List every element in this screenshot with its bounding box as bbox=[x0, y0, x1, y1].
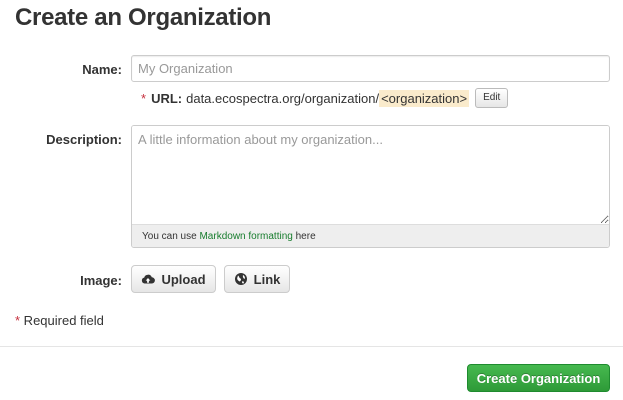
url-row: * URL: data.ecospectra.org/organization/… bbox=[141, 88, 509, 108]
markdown-hint-suffix: here bbox=[292, 231, 316, 242]
url-label: URL: bbox=[151, 90, 183, 106]
description-field: You can use Markdown formatting here bbox=[131, 125, 610, 248]
upload-button-label: Upload bbox=[161, 271, 206, 287]
edit-url-button[interactable]: Edit bbox=[475, 88, 509, 108]
markdown-formatting-link[interactable]: Markdown formatting bbox=[199, 231, 292, 242]
upload-button[interactable]: Upload bbox=[131, 265, 216, 293]
required-marker: * bbox=[141, 90, 147, 106]
form-actions-divider bbox=[0, 346, 623, 347]
link-button-label: Link bbox=[253, 271, 281, 287]
required-field-note: * Required field bbox=[15, 313, 104, 328]
description-textarea[interactable] bbox=[132, 126, 609, 224]
description-label: Description: bbox=[46, 132, 122, 147]
name-label: Name: bbox=[82, 62, 122, 77]
page-title: Create an Organization bbox=[15, 4, 272, 31]
create-organization-button[interactable]: Create Organization bbox=[467, 364, 610, 392]
url-base: data.ecospectra.org/organization/ bbox=[186, 90, 380, 106]
required-note-text: Required field bbox=[20, 313, 104, 328]
name-input[interactable] bbox=[131, 55, 610, 82]
url-slug: <organization> bbox=[379, 89, 470, 107]
globe-icon bbox=[234, 272, 248, 286]
cloud-upload-icon bbox=[141, 272, 156, 286]
image-label: Image: bbox=[80, 273, 122, 288]
markdown-hint-prefix: You can use bbox=[142, 231, 200, 242]
markdown-hint: You can use Markdown formatting here bbox=[132, 224, 609, 247]
link-button[interactable]: Link bbox=[224, 265, 290, 293]
